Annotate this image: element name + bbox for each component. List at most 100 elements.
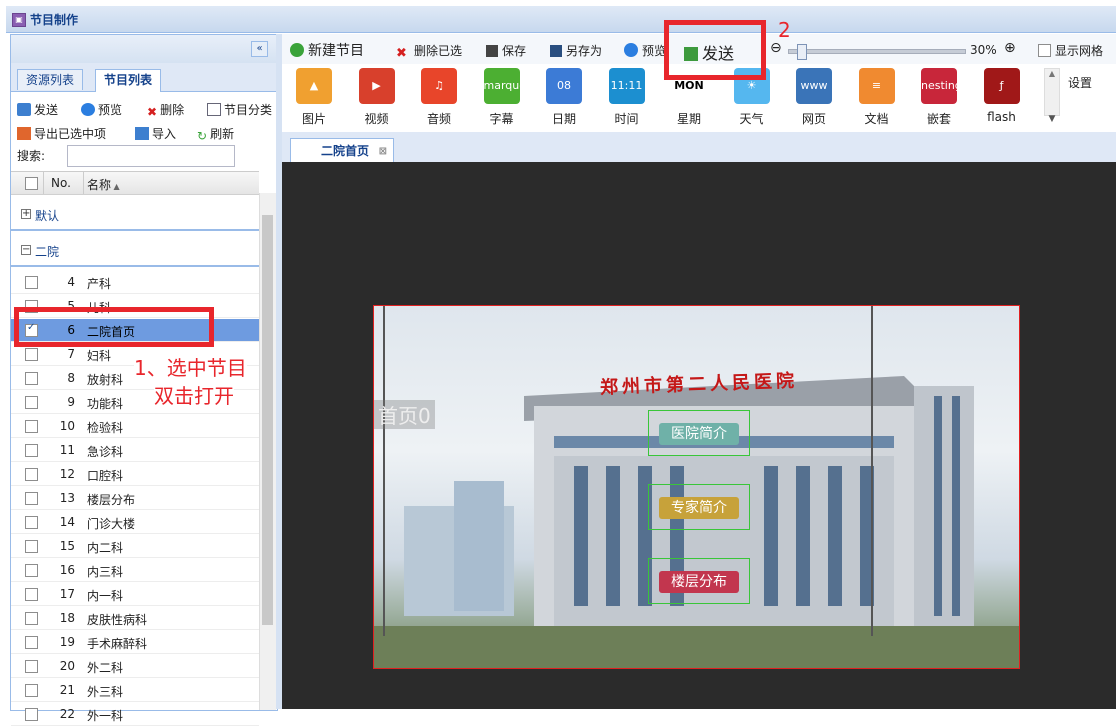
row-name: 放射科	[87, 373, 124, 387]
row-checkbox[interactable]	[25, 396, 38, 409]
search-input[interactable]	[67, 145, 235, 167]
delete-button[interactable]: ✖ 删除	[147, 101, 184, 119]
group-second-hospital[interactable]: − 二院	[11, 237, 259, 267]
row-number: 14	[59, 515, 75, 529]
tab-second-hospital-home[interactable]: 二院首页 ⊠	[290, 138, 395, 164]
row-name: 外一科	[87, 709, 124, 723]
row-number: 13	[59, 491, 75, 505]
list-item[interactable]: 20 外二科	[11, 655, 259, 678]
list-item[interactable]: 4 产科	[11, 271, 259, 294]
list-item[interactable]: 14 门诊大楼	[11, 511, 259, 534]
save-button[interactable]: 保存	[486, 42, 526, 59]
import-button[interactable]: 导入	[135, 125, 176, 142]
scrollbar-thumb[interactable]	[262, 215, 273, 625]
row-name: 检验科	[87, 421, 124, 435]
palette-scrollbar[interactable]: ▲	[1044, 68, 1060, 116]
palette-item-date[interactable]: 08 日期	[536, 68, 592, 127]
list-item[interactable]: 10 检验科	[11, 415, 259, 438]
zoom-out-icon[interactable]: ⊖	[770, 40, 782, 56]
row-checkbox[interactable]	[25, 468, 38, 481]
list-item[interactable]: 12 口腔科	[11, 463, 259, 486]
show-grid-toggle[interactable]: 显示网格	[1038, 42, 1103, 59]
palette-item-video[interactable]: ▶ 视频	[349, 68, 405, 127]
show-grid-checkbox[interactable]	[1038, 44, 1051, 57]
list-item[interactable]: 11 急诊科	[11, 439, 259, 462]
list-item[interactable]: 15 内二科	[11, 535, 259, 558]
program-preview[interactable]: 首页0 郑州市第二人民医院 医院简介 专家简介 楼层分布	[373, 305, 1020, 669]
row-checkbox[interactable]	[25, 708, 38, 721]
floor-layout-button[interactable]: 楼层分布	[648, 558, 750, 604]
tab-program-list[interactable]: 节目列表	[95, 69, 162, 92]
document-icon: ≡	[858, 68, 895, 104]
row-checkbox[interactable]	[25, 660, 38, 673]
zoom-slider-thumb[interactable]	[797, 44, 807, 60]
palette-item-time[interactable]: 11:11 时间	[599, 68, 655, 127]
list-item[interactable]: 21 外三科	[11, 679, 259, 702]
list-item[interactable]: 13 楼层分布	[11, 487, 259, 510]
close-icon[interactable]: ⊠	[379, 140, 387, 164]
row-checkbox[interactable]	[25, 492, 38, 505]
column-no[interactable]: No.	[51, 176, 71, 190]
palette-item-marquee[interactable]: marquee 字幕	[474, 68, 530, 127]
save-as-button[interactable]: 另存为	[550, 42, 602, 59]
nesting-icon: nesting	[921, 68, 957, 104]
row-number: 19	[59, 635, 75, 649]
tab-resource-list[interactable]: 资源列表	[17, 69, 84, 90]
refresh-button[interactable]: ↻ 刷新	[197, 125, 234, 143]
hospital-intro-button[interactable]: 医院简介	[648, 410, 750, 456]
row-checkbox[interactable]	[25, 540, 38, 553]
preview-button[interactable]: 预览	[81, 101, 122, 118]
expert-intro-button[interactable]: 专家简介	[648, 484, 750, 530]
zoom-slider[interactable]	[788, 44, 966, 60]
annotation-step1-line2: 双击打开	[154, 380, 234, 409]
new-program-button[interactable]: 新建节目	[290, 40, 364, 60]
zoom-in-icon[interactable]: ⊕	[1004, 40, 1016, 56]
palette-item-document[interactable]: ≡ 文档	[849, 68, 905, 127]
row-checkbox[interactable]	[25, 588, 38, 601]
scroll-up-icon[interactable]: ▲	[1045, 69, 1059, 78]
add-icon	[290, 43, 304, 57]
list-scrollbar[interactable]	[259, 193, 276, 710]
palette-item-nesting[interactable]: nesting 嵌套	[911, 68, 967, 127]
row-checkbox[interactable]	[25, 564, 38, 577]
row-checkbox[interactable]	[25, 276, 38, 289]
settings-button[interactable]: 设置	[1068, 74, 1092, 91]
select-all-checkbox[interactable]	[25, 177, 38, 190]
program-category-button[interactable]: 节目分类	[207, 101, 273, 118]
row-checkbox[interactable]	[25, 348, 38, 361]
list-item[interactable]: 16 内三科	[11, 559, 259, 582]
row-checkbox[interactable]	[25, 372, 38, 385]
send-button[interactable]: 发送	[17, 101, 58, 118]
annotation-step1-line1: 1、选中节目	[134, 352, 247, 381]
row-checkbox[interactable]	[25, 612, 38, 625]
palette-item-audio[interactable]: ♫ 音频	[411, 68, 467, 127]
collapse-panel-button[interactable]: «	[251, 41, 268, 57]
list-item[interactable]: 22 外一科	[11, 703, 259, 726]
palette-item-web[interactable]: www 网页	[786, 68, 842, 127]
palette-item-flash[interactable]: ƒ flash	[974, 68, 1030, 124]
list-item[interactable]: 19 手术麻醉科	[11, 631, 259, 654]
export-selected-button[interactable]: 导出已选中项	[17, 125, 106, 142]
category-icon	[207, 103, 221, 116]
row-number: 20	[59, 659, 75, 673]
marquee-icon: marquee	[483, 68, 520, 104]
list-item[interactable]: 18 皮肤性病科	[11, 607, 259, 630]
palette-item-image[interactable]: ▲ 图片	[286, 68, 342, 127]
delete-selected-button[interactable]: ✖ 删除已选	[396, 42, 462, 61]
document-tabs: 二院首页 ⊠	[282, 132, 1116, 163]
row-checkbox[interactable]	[25, 516, 38, 529]
scroll-down-icon[interactable]: ▼	[1044, 114, 1060, 124]
panel-header: «	[11, 35, 277, 63]
expand-icon[interactable]: +	[21, 209, 31, 219]
group-default[interactable]: + 默认	[11, 201, 259, 231]
list-item[interactable]: 17 内一科	[11, 583, 259, 606]
row-checkbox[interactable]	[25, 420, 38, 433]
column-name[interactable]: 名称 ▲	[87, 176, 120, 193]
collapse-icon[interactable]: −	[21, 245, 31, 255]
row-number: 22	[59, 707, 75, 721]
row-checkbox[interactable]	[25, 636, 38, 649]
row-checkbox[interactable]	[25, 444, 38, 457]
palette-item-label: flash	[987, 110, 1016, 124]
refresh-icon: ↻	[197, 129, 208, 143]
row-checkbox[interactable]	[25, 684, 38, 697]
